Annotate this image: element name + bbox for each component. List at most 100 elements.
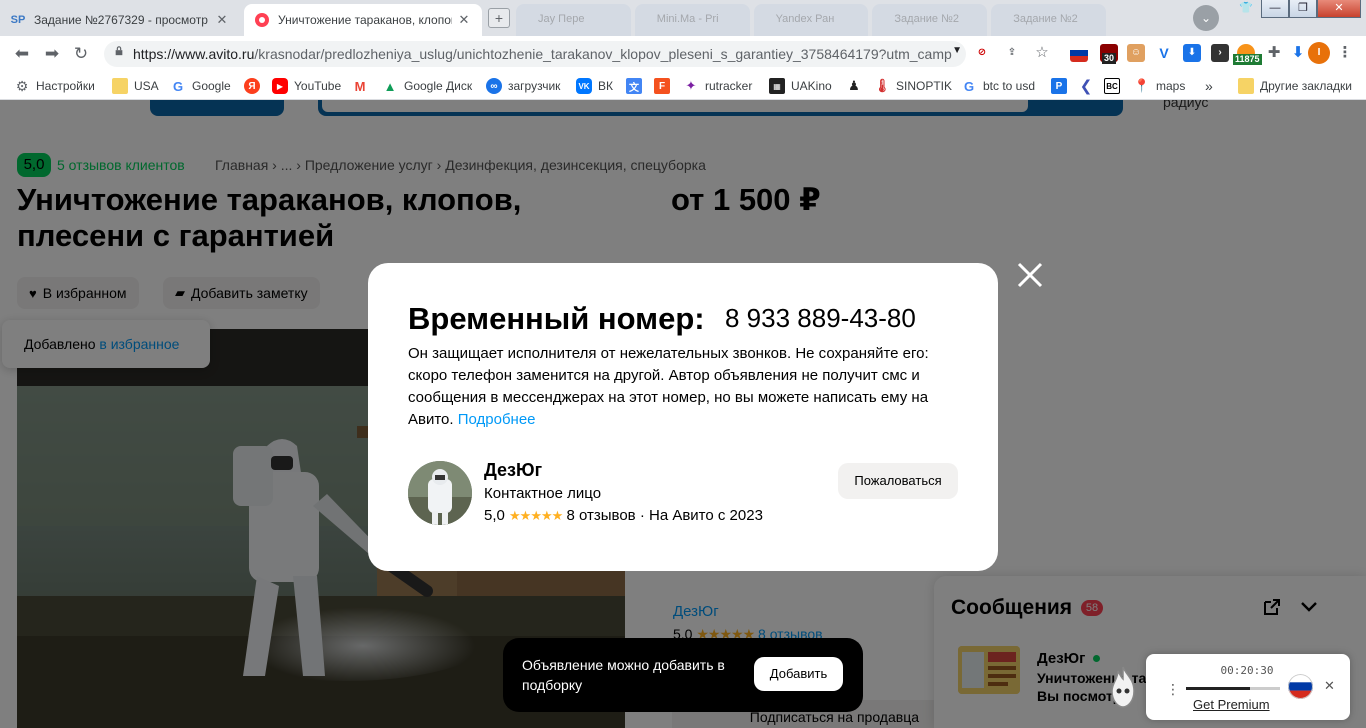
bookmark-maps[interactable]: 📍 maps (1134, 76, 1185, 96)
dropdown-icon[interactable]: ▼ (952, 45, 962, 56)
close-tab-icon[interactable]: ✕ (456, 12, 472, 28)
minimize-button[interactable]: — (1261, 0, 1289, 18)
bookmark-google-drive[interactable]: ▲ Google Диск (382, 76, 473, 96)
forward-icon[interactable]: ➡ (41, 44, 63, 64)
new-tab-button[interactable]: + (488, 8, 510, 28)
profile-avatar[interactable]: I (1308, 42, 1330, 64)
bookmark-vk[interactable]: VK ВК (576, 76, 613, 96)
terminal-extension-icon[interactable]: › (1211, 44, 1229, 62)
bookmark-p[interactable]: P (1051, 76, 1073, 96)
seller-name[interactable]: ДезЮг (484, 460, 542, 481)
phone-number[interactable]: 8 933 889-43-80 (725, 303, 916, 334)
blocked-popup-icon[interactable]: ⊘ (973, 44, 991, 62)
bookmark-label: maps (1156, 79, 1186, 93)
url-host: https://www.avito.ru (133, 46, 255, 62)
youtube-icon: ▶ (272, 78, 288, 94)
loader-icon: ∞ (486, 78, 502, 94)
seller-since: · На Авито с 2023 (635, 507, 763, 524)
bookmark-chess[interactable]: ♟ (846, 76, 868, 96)
bookmark-gmail[interactable]: M (352, 76, 374, 96)
report-button[interactable]: Пожаловаться (838, 463, 958, 499)
bookmark-loader[interactable]: ∞ загрузчик (486, 76, 560, 96)
vpn-close-icon[interactable]: ✕ (1324, 678, 1335, 694)
vpn-menu-icon[interactable]: ⋮ (1166, 681, 1180, 698)
maximize-button[interactable]: ❐ (1289, 0, 1317, 18)
bookmark-star-icon[interactable]: ☆ (1033, 44, 1051, 62)
vk-icon: VK (576, 78, 592, 94)
tab-title: Задание №2767329 - просмотр з (34, 13, 210, 27)
tshirt-icon[interactable]: 👕 (1234, 0, 1258, 18)
background-tab[interactable]: Jay Пере (516, 4, 631, 36)
bookmarks-overflow-button[interactable]: » (1205, 76, 1213, 96)
russian-flag-icon[interactable] (1070, 44, 1088, 62)
bookmark-youtube[interactable]: ▶ YouTube (272, 76, 341, 96)
tab-task[interactable]: SP Задание №2767329 - просмотр з ✕ (0, 4, 240, 36)
background-tab[interactable]: Задание №2 (872, 4, 988, 36)
bookmark-arrow[interactable]: ❮ (1078, 76, 1100, 96)
get-premium-link[interactable]: Get Premium (1193, 697, 1270, 712)
tab-avito[interactable]: Уничтожение тараканов, клопов, п ✕ (244, 4, 482, 36)
close-tab-icon[interactable]: ✕ (214, 12, 230, 28)
address-bar[interactable]: https://www.avito.ru/krasnodar/predlozhe… (104, 41, 966, 67)
translate-icon: 文 (626, 78, 642, 94)
bookmark-label: Google Диск (404, 79, 473, 93)
bookmark-usa[interactable]: USA (112, 76, 159, 96)
bc-icon: BC (1104, 78, 1120, 94)
tab-strip: SP Задание №2767329 - просмотр з ✕ Уничт… (0, 0, 1366, 36)
maps-icon: 📍 (1133, 78, 1151, 93)
background-tab[interactable]: Yandex Ран (753, 4, 869, 36)
bookmark-sinoptik[interactable]: 🌡 SINOPTIK (874, 76, 952, 96)
bookmark-google[interactable]: G Google (170, 76, 231, 96)
flame-extension-icon[interactable] (1106, 665, 1140, 709)
bitcoin-count: 11875 (1233, 54, 1262, 65)
shield-extension-icon[interactable]: 30 (1100, 44, 1118, 64)
other-bookmarks[interactable]: Другие закладки (1238, 76, 1352, 96)
background-tab[interactable]: Задание №2 (991, 4, 1106, 36)
extensions-puzzle-icon[interactable]: ✚ (1265, 44, 1283, 62)
v-extension-icon[interactable]: V (1155, 44, 1173, 62)
bookmark-settings[interactable]: ⚙ Настройки (14, 76, 95, 96)
dialog-description: Он защищает исполнителя от нежелательных… (408, 343, 968, 431)
seller-reviews-count[interactable]: 8 отзывов (566, 507, 635, 524)
uakino-icon: ▦ (769, 78, 785, 94)
bookmark-bc[interactable]: BC (1104, 76, 1126, 96)
bookmark-fetch[interactable]: F (654, 76, 676, 96)
bitcoin-extension-icon[interactable]: 11875 (1233, 44, 1262, 65)
tab-search-icon[interactable]: ⌄ (1193, 5, 1219, 31)
bookmark-rutracker[interactable]: ✦ rutracker (683, 76, 753, 96)
bookmark-label: SINOPTIK (896, 79, 953, 93)
seller-rating-line: 5,0 ★★★★★ 8 отзывов · На Авито с 2023 (484, 507, 763, 524)
extension-count: 30 (1102, 53, 1117, 64)
bookmark-yandex[interactable]: Я (244, 76, 266, 96)
avatar[interactable] (408, 461, 472, 525)
tab-title: Уничтожение тараканов, клопов, п (278, 13, 452, 27)
learn-more-link[interactable]: Подробнее (458, 411, 536, 428)
chess-icon: ♟ (848, 78, 860, 93)
bookmark-translate[interactable]: 文 (626, 76, 648, 96)
reload-icon[interactable]: ↻ (70, 44, 92, 64)
vpn-timer: 00:20:30 (1220, 664, 1274, 677)
download-extension-icon[interactable]: ⬇ (1183, 44, 1201, 62)
bookmark-btc-to-usd[interactable]: Gbtc to usd (961, 76, 1035, 96)
back-icon[interactable]: ⬅ (11, 44, 33, 64)
share-icon[interactable]: ⇪ (1003, 44, 1021, 62)
downloads-icon[interactable]: ⬇ (1289, 44, 1307, 62)
vpn-progress-fill (1186, 687, 1250, 690)
lock-icon (115, 46, 123, 56)
face-extension-icon[interactable]: ☺ (1127, 44, 1145, 62)
background-tab[interactable]: Mini.Ma - Pri (634, 4, 750, 36)
close-icon[interactable] (1015, 260, 1045, 290)
bookmark-uakino[interactable]: ▦ UAKino (769, 76, 832, 96)
gear-icon: ⚙ (15, 77, 29, 94)
menu-icon[interactable]: ⋮ (1336, 44, 1354, 62)
add-to-collection-button[interactable]: Добавить (754, 657, 843, 691)
url-text[interactable]: https://www.avito.ru/krasnodar/predlozhe… (133, 46, 953, 62)
avito-favicon-icon (254, 12, 270, 28)
folder-icon (112, 78, 128, 94)
close-window-button[interactable]: ✕ (1317, 0, 1361, 18)
rutracker-icon: ✦ (685, 78, 697, 93)
vpn-progress-bar (1186, 687, 1280, 690)
bookmark-label: UAKino (791, 79, 832, 93)
thermometer-icon: 🌡 (873, 78, 891, 93)
russia-flag-icon[interactable] (1288, 674, 1313, 699)
